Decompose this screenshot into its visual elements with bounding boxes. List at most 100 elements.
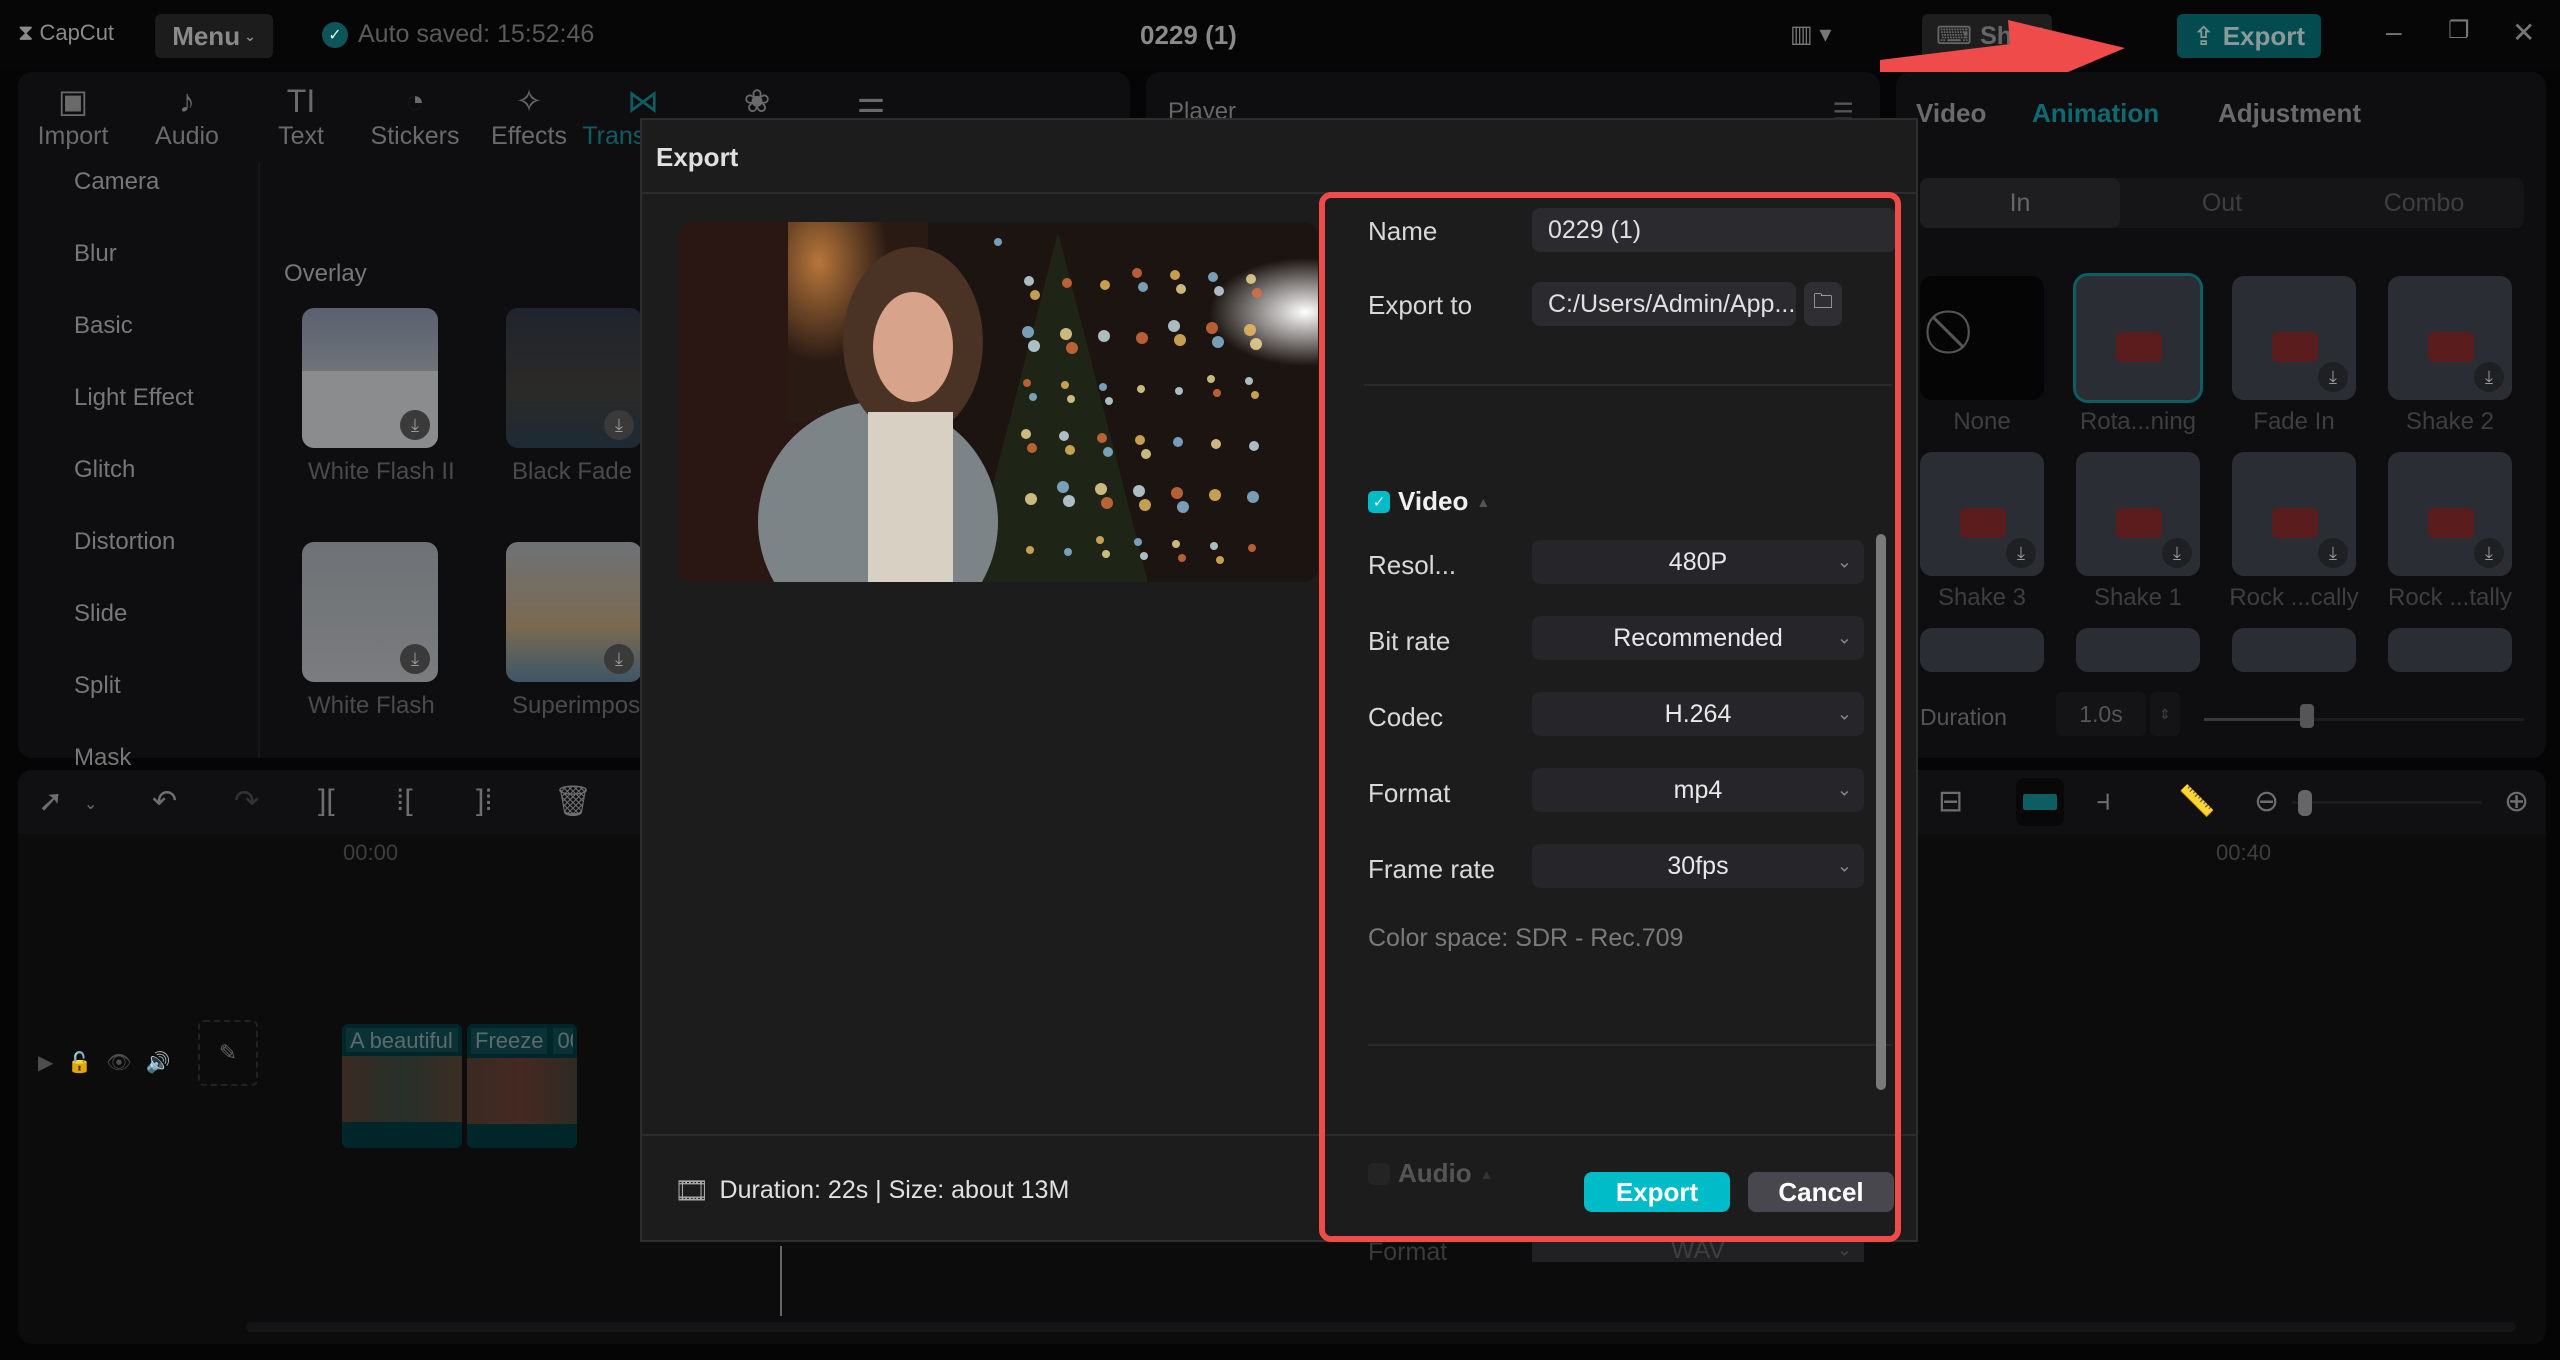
audio-format-dropdown[interactable]: WAV ⌄ <box>1532 1238 1864 1262</box>
transition-thumb[interactable]: ⤓ <box>302 542 438 682</box>
download-icon[interactable]: ⤓ <box>2006 538 2036 568</box>
duration-slider-handle[interactable] <box>2300 704 2314 728</box>
top-export-button[interactable]: ⇪ Export <box>2177 14 2321 58</box>
name-input[interactable] <box>1532 208 1896 252</box>
animation-thumb[interactable] <box>1920 628 2044 672</box>
framerate-dropdown[interactable]: 30fps ⌄ <box>1532 844 1864 888</box>
bitrate-dropdown[interactable]: Recommended ⌄ <box>1532 616 1864 660</box>
download-icon[interactable]: ⤓ <box>604 644 634 674</box>
download-icon[interactable]: ⤓ <box>2474 362 2504 392</box>
download-icon[interactable]: ⤓ <box>400 410 430 440</box>
eye-icon[interactable]: 👁 <box>106 1050 131 1075</box>
transition-thumb[interactable]: ⤓ <box>302 308 438 448</box>
duration-input[interactable]: 1.0s <box>2056 692 2146 736</box>
audio-checkbox[interactable] <box>1368 1162 1390 1185</box>
download-icon[interactable]: ⤓ <box>400 644 430 674</box>
edit-cover-button[interactable]: ✎ <box>198 1020 258 1086</box>
zoom-slider-track[interactable] <box>2292 801 2482 804</box>
category-camera[interactable]: Camera <box>74 168 159 196</box>
track-cover-icon[interactable]: ▶ <box>38 1050 53 1075</box>
tab-text[interactable]: TI Text <box>246 72 356 162</box>
timeline-clip[interactable]: Freeze 00:0 <box>467 1024 577 1148</box>
collapse-caret-icon[interactable]: ▲ <box>1476 494 1490 510</box>
download-icon[interactable]: ⤓ <box>2318 538 2348 568</box>
animation-thumb[interactable] <box>2076 628 2200 672</box>
select-cursor-icon[interactable]: ➚ <box>38 784 63 819</box>
delete-icon[interactable]: 🗑 <box>554 784 592 819</box>
segment-out[interactable]: Out <box>2122 178 2322 228</box>
layout-icon[interactable]: ▥ ▾ <box>1790 20 1831 49</box>
duration-stepper[interactable]: ⇕ <box>2150 692 2180 736</box>
transition-thumb[interactable]: ⤓ <box>506 542 642 682</box>
chevron-down-icon[interactable]: ⌄ <box>84 794 97 814</box>
timeline-scrollbar[interactable] <box>246 1322 2516 1332</box>
animation-thumb[interactable] <box>2388 628 2512 672</box>
prop-tab-adjustment[interactable]: Adjustment <box>2218 98 2361 129</box>
animation-thumb[interactable] <box>2232 628 2356 672</box>
prop-tab-video[interactable]: Video <box>1916 98 1986 129</box>
divider <box>1364 384 1892 386</box>
close-icon[interactable]: ✕ <box>2512 16 2535 49</box>
export-button[interactable]: Export <box>1584 1172 1730 1212</box>
export-path-field[interactable]: C:/Users/Admin/App... <box>1532 282 1796 326</box>
animation-thumb[interactable] <box>2073 273 2203 403</box>
animation-thumb[interactable]: ⤓ <box>2388 452 2512 576</box>
tab-stickers[interactable]: ◔ Stickers <box>360 72 470 162</box>
collapse-caret-icon[interactable]: ▲ <box>1480 1166 1494 1182</box>
download-icon[interactable]: ⤓ <box>2162 538 2192 568</box>
auto-snap-icon[interactable]: ⊟ <box>1938 784 1963 819</box>
restore-icon[interactable]: ❐ <box>2448 16 2470 45</box>
animation-thumb[interactable]: ⤓ <box>2076 452 2200 576</box>
segment-combo[interactable]: Combo <box>2324 178 2524 228</box>
playhead[interactable] <box>780 1246 782 1316</box>
animation-thumb[interactable]: ⤓ <box>2232 452 2356 576</box>
tab-audio[interactable]: ♪ Audio <box>132 72 242 162</box>
bokeh-light <box>1023 379 1031 387</box>
settings-scrollbar[interactable] <box>1876 534 1886 1090</box>
undo-icon[interactable]: ↶ <box>152 784 177 819</box>
category-basic[interactable]: Basic <box>74 312 133 340</box>
zoom-out-icon[interactable]: ⊖ <box>2254 784 2279 819</box>
trim-left-icon[interactable]: ⁞[ <box>396 784 413 818</box>
zoom-slider-handle[interactable] <box>2298 790 2312 816</box>
segment-in[interactable]: In <box>1920 178 2120 228</box>
trim-right-icon[interactable]: ]⁞ <box>476 784 493 818</box>
animation-thumb[interactable]: ⤓ <box>2388 276 2512 400</box>
stickers-icon: ◔ <box>405 82 425 119</box>
category-slide[interactable]: Slide <box>74 600 127 628</box>
format-dropdown[interactable]: mp4 ⌄ <box>1532 768 1864 812</box>
animation-thumb[interactable]: ⤓ <box>1920 452 2044 576</box>
tab-import[interactable]: ▣ Import <box>18 72 128 162</box>
link-toggle-button[interactable] <box>2016 778 2064 826</box>
animation-thumb[interactable]: ⤓ <box>2232 276 2356 400</box>
category-glitch[interactable]: Glitch <box>74 456 135 484</box>
resolution-dropdown[interactable]: 480P ⌄ <box>1532 540 1864 584</box>
tab-effects[interactable]: ✧ Effects <box>474 72 584 162</box>
cancel-button[interactable]: Cancel <box>1748 1172 1894 1212</box>
codec-dropdown[interactable]: H.264 ⌄ <box>1532 692 1864 736</box>
download-icon[interactable]: ⤓ <box>604 410 634 440</box>
split-preview-icon[interactable]: ⫞ <box>2096 784 2111 818</box>
download-icon[interactable]: ⤓ <box>2474 538 2504 568</box>
category-blur[interactable]: Blur <box>74 240 117 268</box>
transition-thumb[interactable]: ⤓ <box>506 308 642 448</box>
bokeh-light <box>1066 342 1078 354</box>
audio-volume-icon[interactable]: 🔊 <box>146 1050 171 1075</box>
split-icon[interactable]: ][ <box>318 784 335 818</box>
browse-folder-button[interactable]: 🗀 <box>1804 282 1842 326</box>
ruler-zoom-icon[interactable]: 📏 <box>2178 784 2215 819</box>
minimize-icon[interactable]: – <box>2386 16 2402 48</box>
category-mask[interactable]: Mask <box>74 744 131 772</box>
redo-icon[interactable]: ↷ <box>234 784 259 819</box>
category-split[interactable]: Split <box>74 672 121 700</box>
lock-icon[interactable]: 🔓 <box>67 1050 92 1075</box>
animation-thumb[interactable]: ⃠ <box>1920 276 2044 400</box>
timeline-clip[interactable]: A beautiful girl <box>342 1024 462 1148</box>
zoom-in-icon[interactable]: ⊕ <box>2504 784 2529 819</box>
category-light-effect[interactable]: Light Effect <box>74 384 194 412</box>
download-icon[interactable]: ⤓ <box>2318 362 2348 392</box>
menu-button[interactable]: Menu ⌄ <box>155 14 273 58</box>
video-checkbox[interactable]: ✓ <box>1368 490 1390 513</box>
category-distortion[interactable]: Distortion <box>74 528 175 556</box>
prop-tab-animation[interactable]: Animation <box>2032 98 2159 129</box>
